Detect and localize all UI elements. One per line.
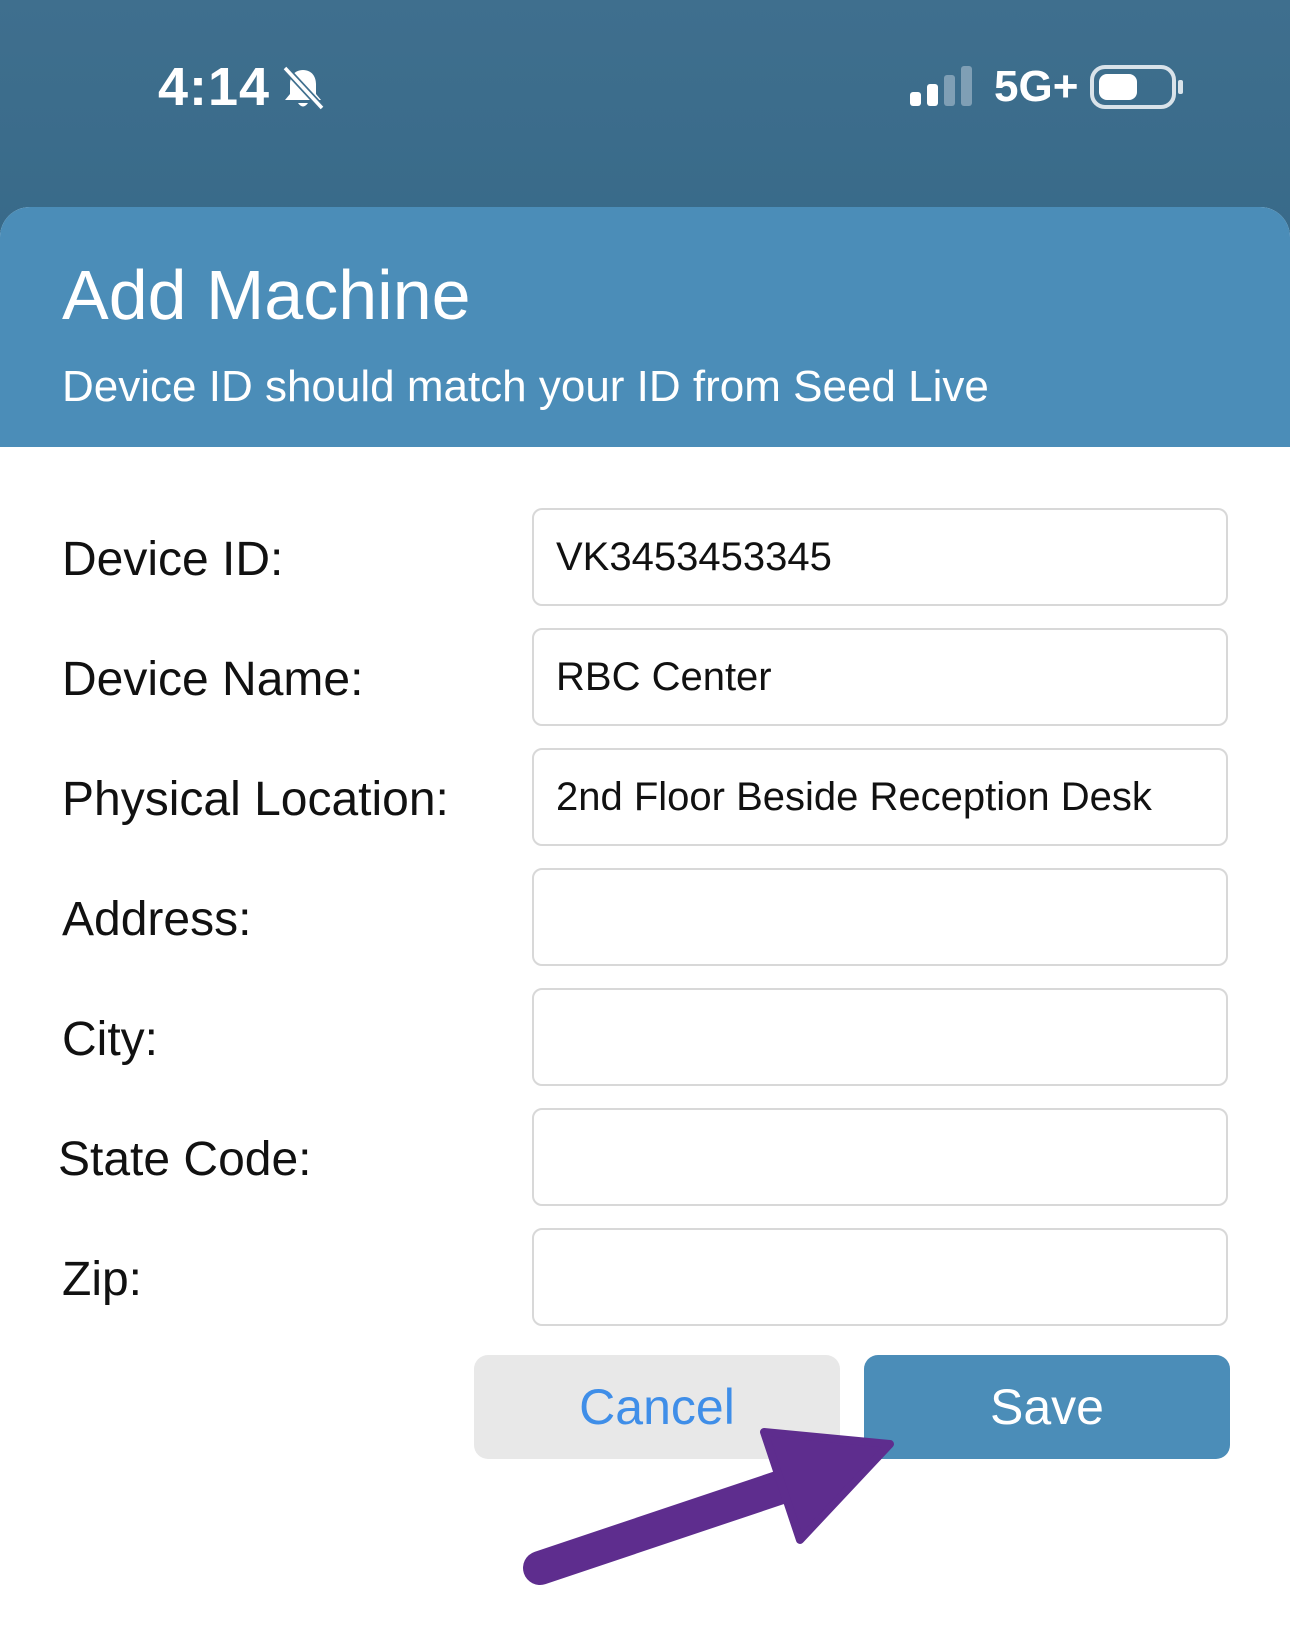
sheet-header: Add Machine Device ID should match your … — [0, 207, 1290, 447]
physical-location-input[interactable] — [532, 748, 1228, 846]
state-code-input[interactable] — [532, 1108, 1228, 1206]
battery-icon — [1090, 65, 1183, 109]
device-id-label: Device ID: — [62, 533, 284, 586]
page-subtitle: Device ID should match your ID from Seed… — [62, 362, 989, 411]
address-input[interactable] — [532, 868, 1228, 966]
physical-location-label: Physical Location: — [62, 773, 449, 826]
zip-input[interactable] — [532, 1228, 1228, 1326]
address-label: Address: — [62, 893, 252, 946]
zip-label: Zip: — [62, 1253, 143, 1306]
state-code-label: State Code: — [58, 1133, 312, 1186]
network-type: 5G+ — [994, 62, 1079, 111]
city-label: City: — [62, 1013, 158, 1066]
add-machine-sheet: Add Machine Device ID should match your … — [0, 207, 1290, 1632]
device-name-input[interactable] — [532, 628, 1228, 726]
page-title: Add Machine — [62, 256, 471, 334]
city-input[interactable] — [532, 988, 1228, 1086]
signal-icon — [910, 66, 972, 106]
device-id-input[interactable] — [532, 508, 1228, 606]
bell-slash-icon — [282, 65, 325, 111]
status-bar: 4:14 5G+ — [0, 0, 1290, 240]
save-button[interactable]: Save — [864, 1355, 1230, 1459]
status-time: 4:14 — [158, 57, 271, 117]
device-name-label: Device Name: — [62, 653, 364, 706]
cancel-button[interactable]: Cancel — [474, 1355, 840, 1459]
